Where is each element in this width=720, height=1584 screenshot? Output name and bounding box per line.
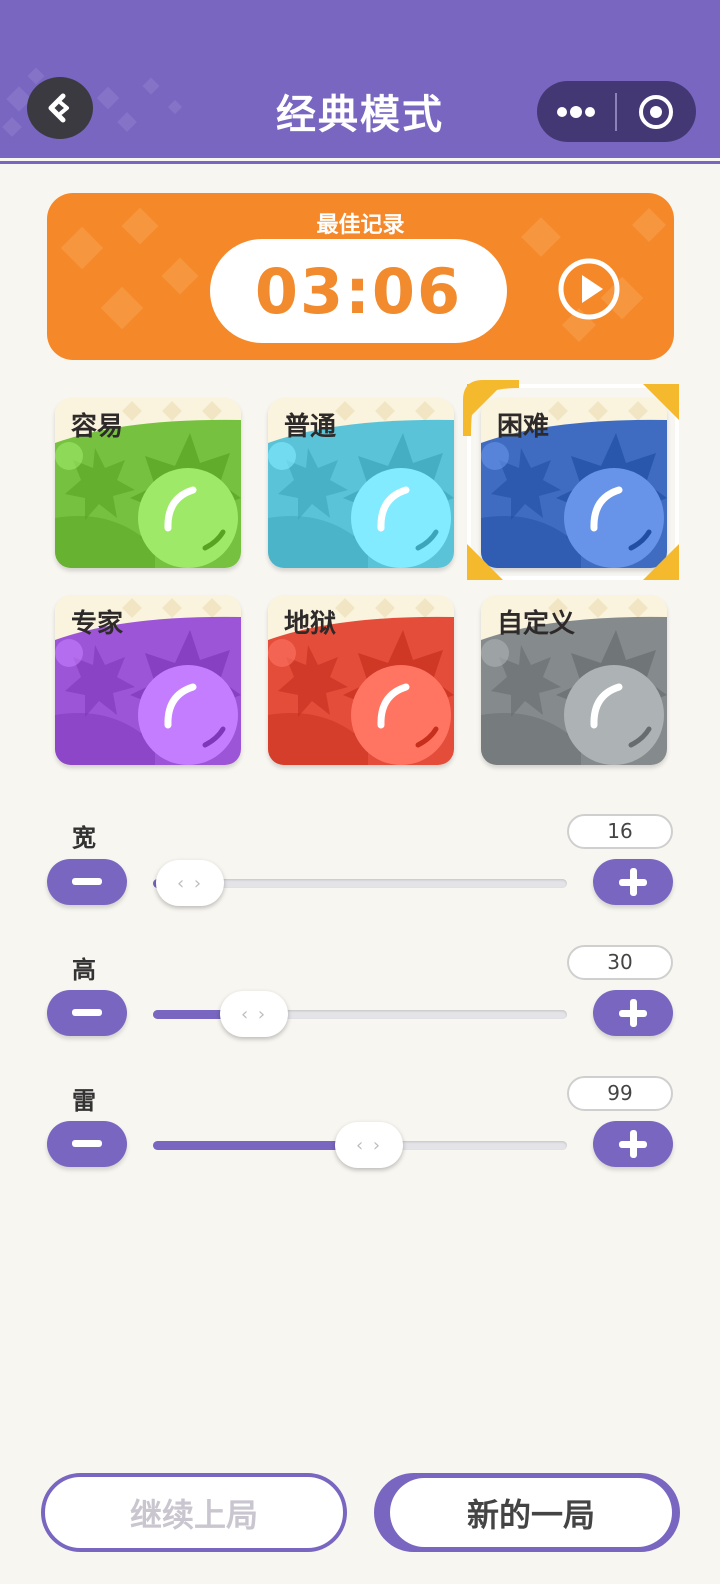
height-increase-button[interactable] (593, 990, 673, 1036)
plus-icon (619, 1130, 647, 1158)
height-label: 高 (72, 956, 96, 984)
best-record-card: 最佳记录 03:06 (47, 193, 674, 360)
mines-increase-button[interactable] (593, 1121, 673, 1167)
selection-corner-icon (643, 544, 679, 580)
minus-icon (72, 1009, 102, 1016)
play-icon[interactable] (557, 257, 621, 321)
drag-arrows-icon: ‹ › (176, 872, 204, 894)
drag-arrows-icon: ‹ › (355, 1134, 383, 1156)
mines-slider-fill (153, 1141, 365, 1150)
height-value-field[interactable]: 30 (567, 945, 673, 980)
width-slider-handle[interactable]: ‹ › (156, 860, 224, 906)
height-decrease-button[interactable] (47, 990, 127, 1036)
width-increase-button[interactable] (593, 859, 673, 905)
drag-arrows-icon: ‹ › (240, 1003, 268, 1025)
close-program-button[interactable] (617, 81, 695, 142)
height-slider-track[interactable] (153, 1010, 567, 1019)
mode-card-label: 地狱 (284, 609, 337, 639)
selection-corner-icon (467, 544, 503, 580)
plus-icon (619, 999, 647, 1027)
mode-card-5[interactable]: 地狱 (268, 595, 454, 765)
height-slider-handle[interactable]: ‹ › (220, 991, 288, 1037)
new-game-label: 新的一局 (390, 1478, 672, 1547)
width-label: 宽 (72, 824, 96, 852)
more-button[interactable] (537, 81, 615, 142)
mode-card-1[interactable]: 容易 (55, 398, 241, 568)
mines-label: 雷 (72, 1087, 96, 1115)
continue-game-button[interactable]: 继续上局 (41, 1473, 347, 1552)
mode-card-4[interactable]: 专家 (55, 595, 241, 765)
plus-icon (619, 868, 647, 896)
mines-decrease-button[interactable] (47, 1121, 127, 1167)
more-dots-icon (557, 105, 595, 118)
mode-card-6[interactable]: 自定义 (481, 595, 667, 765)
mines-slider-handle[interactable]: ‹ › (335, 1122, 403, 1168)
mode-card-label: 自定义 (497, 609, 576, 639)
best-time-value: 03:06 (210, 239, 507, 343)
mode-card-label: 普通 (284, 412, 337, 442)
mines-value-field[interactable]: 99 (567, 1076, 673, 1111)
mode-card-label: 容易 (71, 412, 124, 442)
mode-card-2[interactable]: 普通 (268, 398, 454, 568)
mini-program-capsule (537, 81, 696, 142)
width-value-field[interactable]: 16 (567, 814, 673, 849)
minus-icon (72, 1140, 102, 1147)
target-icon (639, 94, 673, 129)
header-divider (0, 158, 720, 164)
top-navigation-bar: 经典模式 (0, 0, 720, 158)
best-record-label: 最佳记录 (316, 213, 405, 238)
width-decrease-button[interactable] (47, 859, 127, 905)
minus-icon (72, 878, 102, 885)
selection-corner-icon (643, 384, 679, 420)
new-game-button[interactable]: 新的一局 (374, 1473, 680, 1552)
selection-corner-icon (463, 380, 519, 436)
mode-card-label: 专家 (71, 609, 124, 639)
